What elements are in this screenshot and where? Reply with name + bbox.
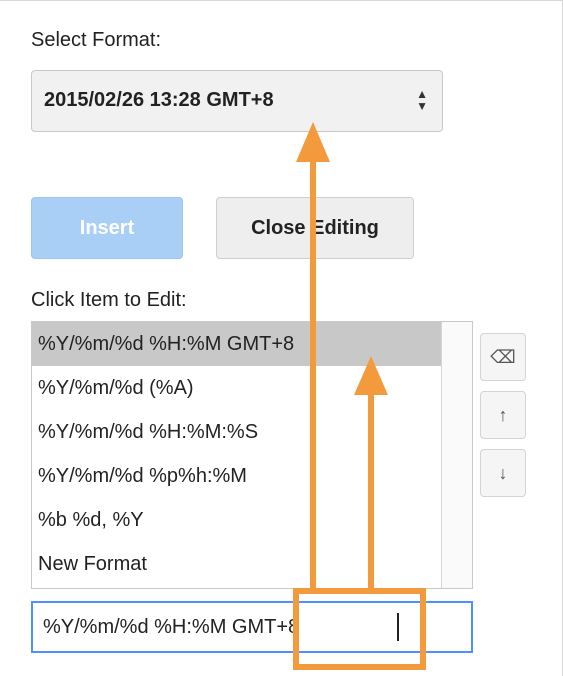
backspace-icon: ⌫ — [490, 346, 516, 367]
move-down-button[interactable]: ↓ — [480, 449, 526, 497]
select-arrows-icon: ▲ ▼ — [416, 87, 428, 113]
list-item[interactable]: New Format — [32, 542, 442, 586]
delete-item-button[interactable]: ⌫ — [480, 333, 526, 381]
format-select[interactable]: 2015/02/26 13:28 GMT+8 ▲ ▼ — [31, 70, 443, 132]
format-select-value: 2015/02/26 13:28 GMT+8 — [44, 89, 274, 111]
select-format-label: Select Format: — [31, 29, 162, 51]
arrow-up-icon: ↑ — [498, 404, 508, 425]
click-item-label: Click Item to Edit: — [31, 289, 187, 311]
format-edit-field[interactable] — [31, 601, 473, 653]
list-item[interactable]: %Y/%m/%d %H:%M GMT+8 — [32, 322, 442, 366]
move-up-button[interactable]: ↑ — [480, 391, 526, 439]
format-list[interactable]: %Y/%m/%d %H:%M GMT+8 %Y/%m/%d (%A) %Y/%m… — [31, 321, 473, 589]
list-item[interactable]: %Y/%m/%d %H:%M:%S — [32, 410, 442, 454]
format-editor-panel: Select Format: 2015/02/26 13:28 GMT+8 ▲ ▼… — [0, 0, 563, 676]
arrow-down-icon: ↓ — [498, 462, 508, 483]
close-editing-button[interactable]: Close Editing — [216, 197, 414, 259]
insert-button[interactable]: Insert — [31, 197, 183, 259]
list-item[interactable]: %Y/%m/%d (%A) — [32, 366, 442, 410]
list-scrollbar[interactable] — [441, 322, 472, 588]
list-item[interactable]: %b %d, %Y — [32, 498, 442, 542]
list-item[interactable]: %Y/%m/%d %p%h:%M — [32, 454, 442, 498]
text-caret — [397, 613, 399, 641]
